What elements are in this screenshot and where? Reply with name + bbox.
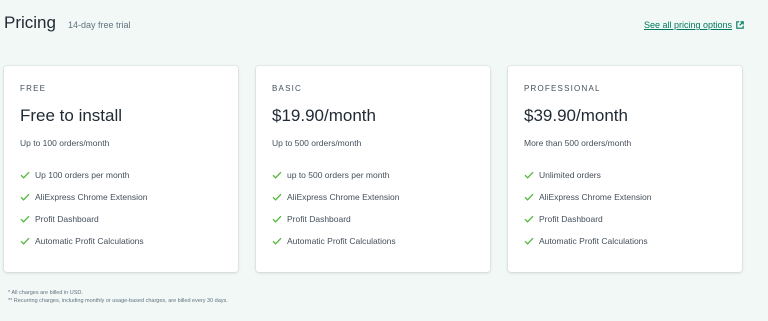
checkmark-icon <box>20 237 30 245</box>
feature-text: Up 100 orders per month <box>35 169 130 180</box>
feature-text: up to 500 orders per month <box>287 169 390 180</box>
feature-item: up to 500 orders per month <box>272 169 474 180</box>
pricing-header: Pricing 14-day free trial <box>4 13 131 33</box>
trial-subtitle: 14-day free trial <box>67 20 131 30</box>
feature-item: AliExpress Chrome Extension <box>20 191 222 202</box>
checkmark-icon <box>524 237 534 245</box>
feature-item: Automatic Profit Calculations <box>524 235 726 246</box>
checkmark-icon <box>20 171 30 179</box>
feature-text: Automatic Profit Calculations <box>287 235 396 246</box>
plan-label: BASIC <box>272 84 303 93</box>
plan-card-professional: PROFESSIONAL $39.90/month More than 500 … <box>508 66 742 272</box>
plan-price: $39.90/month <box>524 106 628 125</box>
see-all-pricing-link[interactable]: See all pricing options <box>644 20 744 30</box>
plan-price: $19.90/month <box>272 106 376 125</box>
feature-text: AliExpress Chrome Extension <box>35 191 148 202</box>
footnote-recurring: ** Recurring charges, including monthly … <box>8 298 228 304</box>
checkmark-icon <box>20 193 30 201</box>
feature-item: AliExpress Chrome Extension <box>524 191 726 202</box>
checkmark-icon <box>272 171 282 179</box>
checkmark-icon <box>524 193 534 201</box>
feature-text: Automatic Profit Calculations <box>539 235 648 246</box>
checkmark-icon <box>524 171 534 179</box>
page-title: Pricing <box>4 13 56 32</box>
feature-item: Profit Dashboard <box>524 213 726 224</box>
feature-item: Profit Dashboard <box>20 213 222 224</box>
feature-text: Automatic Profit Calculations <box>35 235 144 246</box>
feature-text: Unlimited orders <box>539 169 601 180</box>
footnote-currency: * All charges are billed in USD. <box>8 290 83 296</box>
feature-item: Profit Dashboard <box>272 213 474 224</box>
feature-item: Automatic Profit Calculations <box>20 235 222 246</box>
feature-text: AliExpress Chrome Extension <box>539 191 652 202</box>
feature-item: Up 100 orders per month <box>20 169 222 180</box>
checkmark-icon <box>524 215 534 223</box>
feature-list: Unlimited orders AliExpress Chrome Exten… <box>524 169 726 246</box>
plan-card-basic: BASIC $19.90/month Up to 500 orders/mont… <box>256 66 490 272</box>
plan-label: FREE <box>20 84 47 93</box>
feature-text: Profit Dashboard <box>35 213 99 224</box>
checkmark-icon <box>20 215 30 223</box>
plan-card-free: FREE Free to install Up to 100 orders/mo… <box>4 66 238 272</box>
feature-text: AliExpress Chrome Extension <box>287 191 400 202</box>
feature-list: up to 500 orders per month AliExpress Ch… <box>272 169 474 246</box>
plan-label: PROFESSIONAL <box>524 84 601 93</box>
feature-item: Automatic Profit Calculations <box>272 235 474 246</box>
checkmark-icon <box>272 237 282 245</box>
checkmark-icon <box>272 193 282 201</box>
see-all-pricing-label[interactable]: See all pricing options <box>644 20 732 30</box>
feature-text: Profit Dashboard <box>539 213 603 224</box>
feature-list: Up 100 orders per month AliExpress Chrom… <box>20 169 222 246</box>
pricing-plans: FREE Free to install Up to 100 orders/mo… <box>4 66 742 272</box>
plan-limit: Up to 100 orders/month <box>20 138 110 148</box>
plan-price: Free to install <box>20 106 123 125</box>
feature-item: AliExpress Chrome Extension <box>272 191 474 202</box>
plan-limit: Up to 500 orders/month <box>272 138 362 148</box>
external-link-icon[interactable] <box>736 21 744 29</box>
checkmark-icon <box>272 215 282 223</box>
plan-limit: More than 500 orders/month <box>524 138 632 148</box>
billing-footnotes: * All charges are billed in USD. ** Recu… <box>8 289 228 305</box>
feature-text: Profit Dashboard <box>287 213 351 224</box>
feature-item: Unlimited orders <box>524 169 726 180</box>
